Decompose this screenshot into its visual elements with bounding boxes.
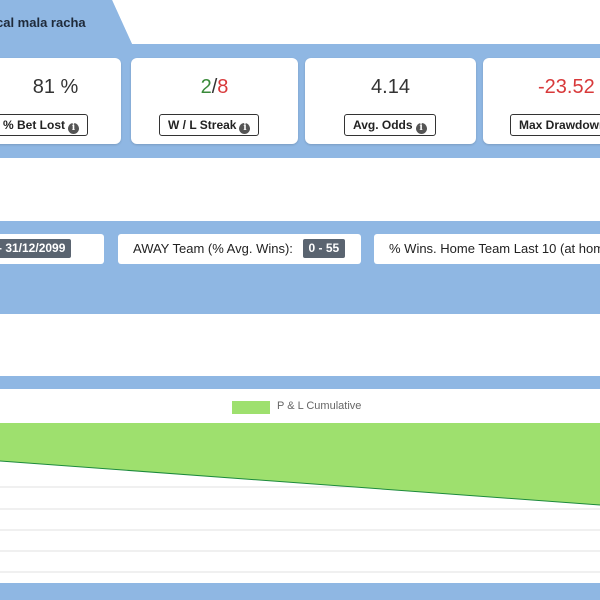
- stat-card-max-drawdown: -23.52 Max Drawdown: [483, 58, 600, 144]
- wl-streak-label[interactable]: W / L Streak i: [159, 114, 260, 136]
- avg-odds-label[interactable]: Avg. Odds i: [344, 114, 436, 136]
- chart-panel-bottom: [0, 583, 600, 600]
- date-range-filter[interactable]: - 31/12/2099: [0, 234, 104, 264]
- streak-wins: 2: [200, 76, 212, 98]
- bet-lost-label-text: % Bet Lost: [3, 118, 66, 132]
- legend-label-pl[interactable]: P & L Cumulative: [277, 400, 361, 412]
- avg-odds-value: 4.14: [371, 76, 410, 98]
- max-drawdown-label-text: Max Drawdown: [519, 118, 600, 132]
- wl-streak-value: 2/8: [131, 76, 298, 99]
- max-drawdown-label[interactable]: Max Drawdown: [510, 114, 600, 136]
- avg-odds-label-text: Avg. Odds: [353, 118, 413, 132]
- stat-card-avg-odds: 4.14 Avg. Odds i: [305, 58, 476, 144]
- info-icon[interactable]: i: [68, 123, 80, 134]
- chart-gridlines: [0, 486, 600, 573]
- info-icon[interactable]: i: [239, 123, 251, 134]
- away-team-filter[interactable]: AWAY Team (% Avg. Wins): 0 - 55: [118, 234, 361, 264]
- wl-streak-label-text: W / L Streak: [168, 118, 237, 132]
- bet-lost-label[interactable]: % Bet Lost i: [0, 114, 89, 136]
- date-range-chip: - 31/12/2099: [0, 239, 72, 258]
- max-drawdown-value: -23.52: [538, 76, 595, 98]
- info-icon[interactable]: i: [415, 123, 427, 134]
- bet-lost-value: 81 %: [32, 76, 79, 98]
- pl-chart-svg: [0, 423, 600, 573]
- page-title: cal mala racha: [0, 15, 86, 30]
- legend-swatch-pl[interactable]: [232, 401, 270, 414]
- stat-card-wl-streak: 2/8 W / L Streak i: [131, 58, 298, 144]
- streak-losses: 8: [217, 76, 229, 98]
- stat-card-bet-lost: 81 % % Bet Lost i: [0, 58, 121, 144]
- pl-chart: [0, 389, 600, 583]
- home-team-filter[interactable]: % Wins. Home Team Last 10 (at home): [374, 234, 600, 264]
- pl-cumulative-area: [0, 423, 600, 505]
- chart-panel-top: [0, 376, 600, 389]
- home-team-label: % Wins. Home Team Last 10 (at home): [389, 241, 600, 256]
- away-team-label: AWAY Team (% Avg. Wins):: [133, 241, 293, 256]
- away-team-range-chip: 0 - 55: [302, 239, 346, 258]
